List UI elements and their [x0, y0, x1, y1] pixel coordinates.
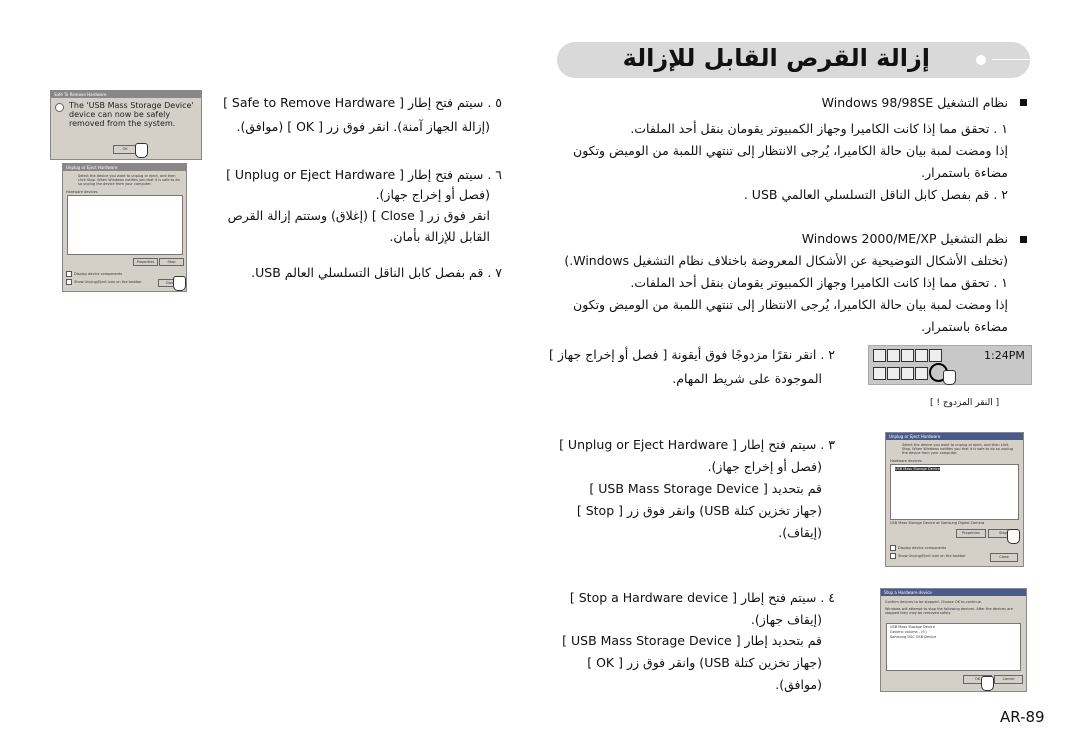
device-item[interactable]: Generic volume - (F:) [890, 630, 1017, 634]
text-line: ٢ . قم بفصل كابل الناقل التسلسلي العالمي… [743, 187, 1008, 202]
dialog-message: Select the device you want to unplug or … [902, 443, 1013, 455]
dialog-title: Unplug or Eject Hardware [63, 164, 186, 171]
step6-line: (فصل أو إخراج جهاز). [375, 187, 490, 202]
win2000-heading: نظم التشغيل Windows 2000/ME/XP [801, 231, 1008, 246]
step3-line: (إيقاف). [778, 525, 822, 540]
text-line: مضاءة باستمرار. [921, 319, 1008, 334]
hand-cursor-icon [943, 370, 956, 385]
close-button[interactable]: Close [990, 553, 1018, 562]
tray-icon [873, 367, 886, 380]
dialog-confirm: Confirm devices to be stopped. Choose OK… [885, 600, 982, 604]
show-icon-checkbox[interactable]: Show Unplug/Eject icon on the taskbar [890, 553, 966, 559]
page-title: إزالة القرص القابل للإزالة [622, 44, 930, 72]
stop-device-dialog-image: Stop a Hardware device Confirm devices t… [880, 588, 1027, 692]
win98-heading: نظام التشغيل Windows 98/98SE [821, 95, 1008, 110]
step4-line: (موافق). [775, 677, 822, 692]
step3-line: (فصل أو إخراج جهاز). [707, 459, 822, 474]
step3-line: ٣ . سيتم فتح إطار [ Unplug or Eject Hard… [559, 437, 835, 452]
hardware-label: Hardware devices: [66, 190, 99, 194]
text-line: ١ . تحقق مما إذا كانت الكاميرا وجهاز الك… [630, 275, 1008, 290]
step4-line: (إيقاف جهاز). [750, 612, 822, 627]
dialog-title: Unplug or Eject Hardware [886, 433, 1023, 440]
text-line: (تختلف الأشكال التوضيحية عن الأشكال المع… [564, 253, 1008, 268]
dialog-message: Select the device you want to unplug or … [78, 174, 180, 186]
dialog-message: Windows will attempt to stop the followi… [885, 607, 1013, 615]
taskbar-tray-image: 1:24PM [868, 345, 1032, 385]
properties-button[interactable]: Properties [956, 529, 986, 538]
step2-line: الموجودة على شريط المهام. [672, 371, 822, 386]
dialog-title: Stop a Hardware device [881, 589, 1026, 596]
tray-icon [929, 349, 942, 362]
step3-line: (جهاز تخزين كتلة USB) وانقر فوق زر [ Sto… [576, 503, 822, 518]
step5-line: ٥ . سيتم فتح إطار [ Safe to Remove Hardw… [223, 95, 502, 110]
step2-line: ٢ . انقر نقرًا مزدوجًا فوق أيقونة [ فصل … [548, 347, 835, 362]
device-list[interactable]: USB Mass Storage Device Generic volume -… [886, 623, 1021, 671]
bullet-icon [1020, 236, 1027, 243]
speaker-icon [873, 349, 886, 362]
text-line: إذا ومضت لمبة بيان حالة الكاميرا، يُرجى … [573, 297, 1008, 312]
cancel-button[interactable]: Cancel [994, 675, 1023, 684]
step3-line: قم بتحديد [ USB Mass Storage Device ] [589, 481, 822, 496]
step6-line: ٦ . سيتم فتح إطار [ Unplug or Eject Hard… [226, 167, 502, 182]
tray-icon [887, 367, 900, 380]
device-desc: USB Mass Storage Device at Samsung Digit… [890, 521, 985, 525]
hand-cursor-icon [981, 676, 994, 691]
hand-cursor-icon [135, 143, 148, 158]
step6-line: القابل للإزالة بأمان. [389, 229, 490, 244]
ok-button[interactable]: OK [113, 145, 137, 154]
dialog-title: Safe To Remove Hardware [51, 91, 201, 98]
tray-icon [915, 349, 928, 362]
step5-line: (إزالة الجهاز آمنة). انقر فوق زر [ OK ] … [236, 119, 490, 134]
text-line: إذا ومضت لمبة بيان حالة الكاميرا، يُرجى … [573, 143, 1008, 158]
tray-icon [915, 367, 928, 380]
text-line: مضاءة باستمرار. [921, 165, 1008, 180]
safe-remove-dialog-image: Safe To Remove Hardware The 'USB Mass St… [50, 90, 202, 160]
step4-line: قم بتحديد إطار [ USB Mass Storage Device… [562, 633, 822, 648]
unplug-dialog-image: Unplug or Eject Hardware Select the devi… [885, 432, 1024, 567]
banner-line [992, 59, 1030, 60]
hand-cursor-icon [1007, 529, 1020, 544]
display-components-checkbox[interactable]: Display device components [66, 271, 122, 277]
banner-dot [976, 55, 986, 65]
unplug-dialog-image: Unplug or Eject Hardware Select the devi… [62, 163, 187, 292]
tray-icon [901, 349, 914, 362]
stop-button[interactable]: Stop [159, 258, 184, 266]
bullet-icon [1020, 99, 1027, 106]
text-line: ١ . تحقق مما إذا كانت الكاميرا وجهاز الك… [630, 121, 1008, 136]
step4-line: (جهاز تخزين كتلة USB) وانقر فوق زر [ OK … [587, 655, 822, 670]
dialog-message: The 'USB Mass Storage Device' device can… [69, 101, 194, 128]
display-components-checkbox[interactable]: Display device components [890, 545, 946, 551]
page-number: AR-89 [1000, 708, 1045, 726]
title-banner: إزالة القرص القابل للإزالة [557, 42, 1030, 78]
device-item[interactable]: USB Mass Storage Device [890, 625, 1017, 629]
hardware-list[interactable]: USB Mass Storage Device [890, 464, 1019, 520]
device-item[interactable]: USB Mass Storage Device [895, 467, 940, 471]
tray-caption: [ النقر المزدوج ! ] [930, 398, 1000, 408]
tray-clock: 1:24PM [984, 349, 1025, 362]
hardware-list[interactable] [67, 195, 183, 255]
step6-line: انقر فوق زر [ Close ] (إغلاق) وستتم إزال… [227, 208, 490, 223]
tray-icon [901, 367, 914, 380]
device-item[interactable]: Samsung DSC USB Device [890, 635, 1017, 639]
step7-line: ٧ . قم بفصل كابل الناقل التسلسلي العالم … [251, 265, 502, 280]
step4-line: ٤ . سيتم فتح إطار [ Stop a Hardware devi… [569, 590, 835, 605]
properties-button[interactable]: Properties [133, 258, 158, 266]
tray-icon [887, 349, 900, 362]
hardware-label: Hardware devices: [890, 459, 923, 463]
info-icon [55, 103, 64, 112]
hand-cursor-icon [173, 276, 186, 291]
show-icon-checkbox[interactable]: Show Unplug/Eject icon on the taskbar [66, 279, 142, 285]
manual-page: إزالة القرص القابل للإزالة نظام التشغيل … [0, 0, 1080, 746]
